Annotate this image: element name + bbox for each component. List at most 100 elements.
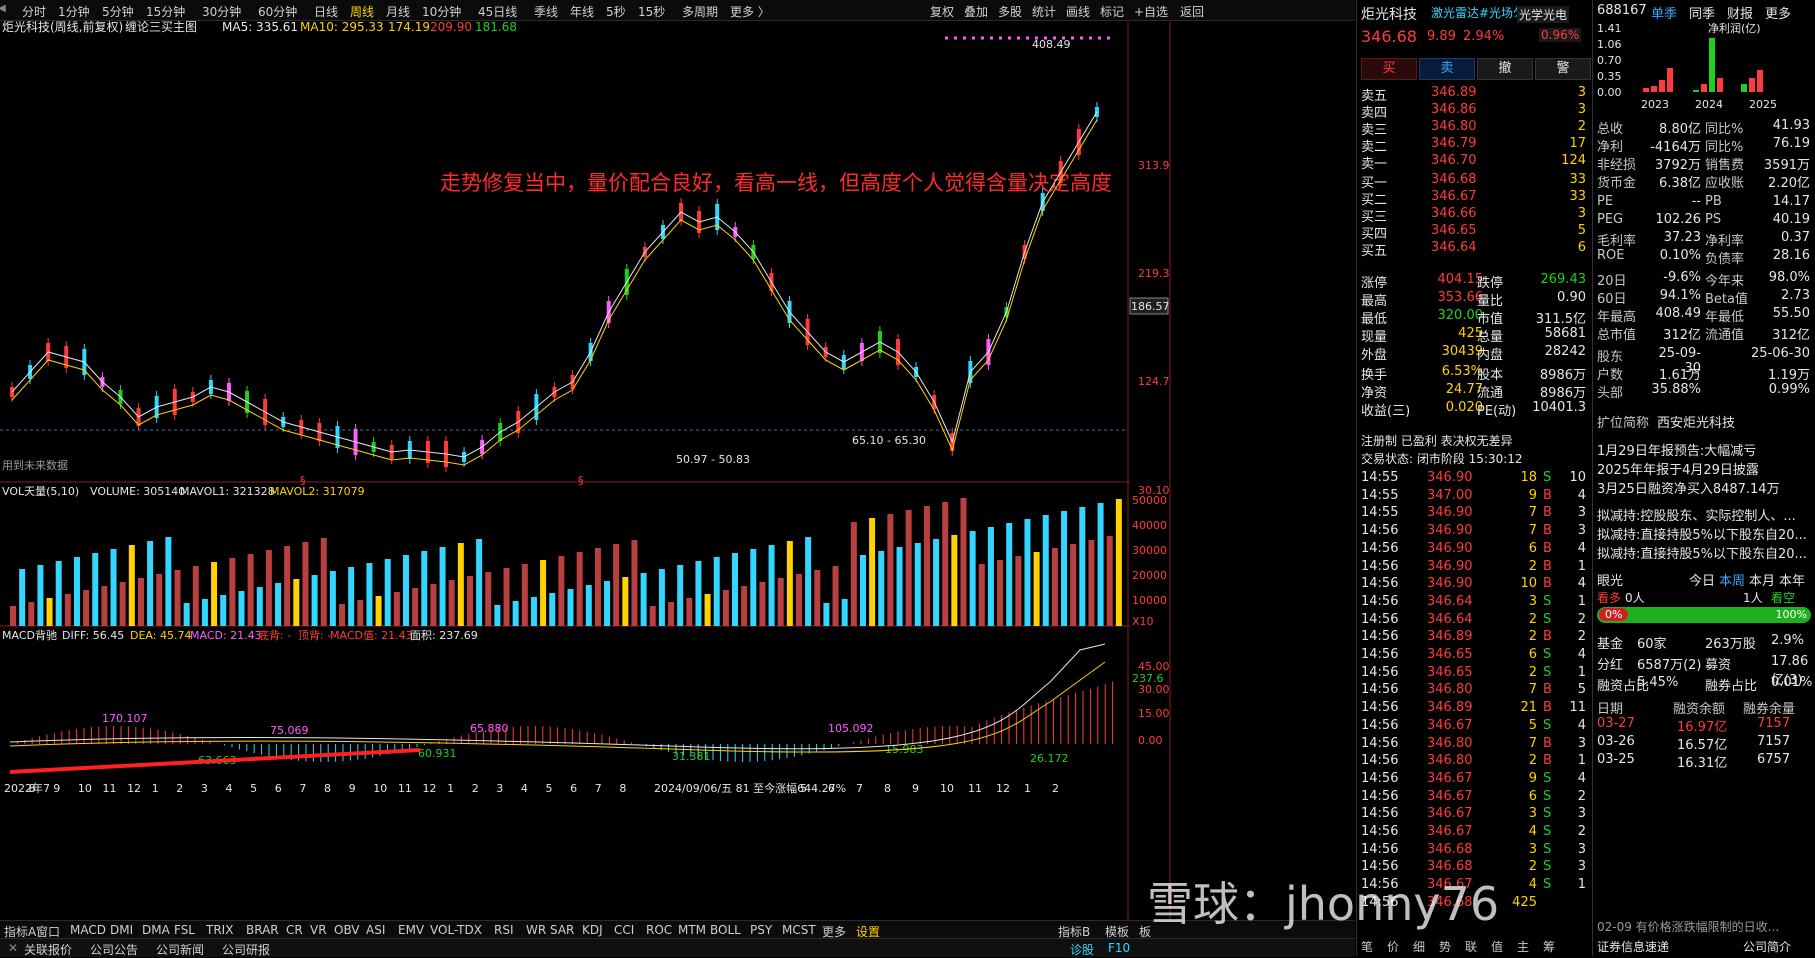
indicator-tab-9[interactable]: VR (310, 923, 327, 937)
indicator-tab-5[interactable]: FSL (174, 923, 195, 937)
indicator-tab-2[interactable]: MACD (70, 923, 106, 937)
indicator-tab-20[interactable]: MTM (678, 923, 706, 937)
vol-bar (1061, 511, 1068, 626)
indicator-tab-3[interactable]: DMI (110, 923, 133, 937)
back-icon[interactable]: ◀ (0, 3, 6, 14)
fin-value: 6.38亿 (1659, 176, 1701, 191)
indicator-tab-22[interactable]: PSY (750, 923, 772, 937)
bottom-news[interactable]: 02-09 有价格涨跌幅限制的日收... (1597, 918, 1779, 935)
toolbar-btn-5[interactable]: 标记 (1100, 3, 1124, 20)
quote-footer-tab-4[interactable]: 联 (1465, 938, 1477, 955)
toolbar-btn-1[interactable]: 叠加 (964, 3, 988, 20)
profit-bar (1651, 86, 1657, 92)
indicator-tab-12[interactable]: EMV (398, 923, 424, 937)
sell-button[interactable]: 卖 (1419, 58, 1475, 80)
f10-btn[interactable]: F10 (1108, 941, 1130, 955)
indicator-tab-18[interactable]: CCI (614, 923, 634, 937)
tick-price: 346.89 (1427, 700, 1473, 716)
status-bar: ✕ 关联报价 公司公告 公司新闻 公司研报 诊股 F10 (0, 938, 1355, 957)
status-link-2[interactable]: 公司新闻 (156, 941, 204, 958)
toolbar-btn-7[interactable]: 返回 (1180, 3, 1204, 20)
news-item[interactable]: 3月25日融资净买入8487.14万 (1597, 478, 1780, 497)
period-tab-8[interactable]: 月线 (386, 3, 410, 20)
status-link-3[interactable]: 公司研报 (222, 941, 270, 958)
indicator-tab-8[interactable]: CR (286, 923, 303, 937)
vol-bar (329, 571, 336, 626)
eye-tab-1[interactable]: 本周 (1719, 570, 1745, 589)
toolbar-btn-3[interactable]: 统计 (1032, 3, 1056, 20)
indicator-tab-14[interactable]: RSI (494, 923, 514, 937)
period-tab-0[interactable]: 分时 (22, 3, 46, 20)
eye-tab-2[interactable]: 本月 (1749, 570, 1775, 589)
period-tab-7[interactable]: 周线 (350, 3, 374, 20)
fin-value: 0.10% (1659, 248, 1701, 263)
quote-footer-tab-0[interactable]: 笔 (1361, 938, 1373, 955)
indicator-tab-23[interactable]: MCST (782, 923, 816, 937)
period-tab-3[interactable]: 15分钟 (146, 3, 185, 20)
margin-head-cell: 融券余量 (1743, 702, 1796, 717)
news-item[interactable]: 1月29日年报预告:大幅减亏 (1597, 440, 1756, 459)
vol-bar (412, 588, 419, 626)
toolbar-btn-2[interactable]: 多股 (998, 3, 1022, 20)
indicator-tab-7[interactable]: BRAR (246, 923, 279, 937)
period-tab-1[interactable]: 1分钟 (58, 3, 90, 20)
period-tab-15[interactable]: 多周期 (682, 3, 718, 20)
indicator-tab-11[interactable]: ASI (366, 923, 385, 937)
quote-footer-tab-2[interactable]: 细 (1413, 938, 1425, 955)
indicator-tab-10[interactable]: OBV (334, 923, 360, 937)
period-tab-2[interactable]: 5分钟 (102, 3, 134, 20)
indicator-tab-21[interactable]: BOLL (710, 923, 741, 937)
notice-item[interactable]: 拟减持:控股股东、实际控制人、... (1597, 505, 1796, 524)
tick-volume: 6 (1528, 647, 1537, 662)
quote-footer-tab-7[interactable]: 筹 (1543, 938, 1555, 955)
notice-item[interactable]: 拟减持:直接持股5%以下股东自20... (1597, 524, 1807, 543)
eye-tab-3[interactable]: 本年 (1779, 570, 1805, 589)
quote-footer-tab-6[interactable]: 主 (1517, 938, 1529, 955)
toolbar-btn-6[interactable]: +自选 (1134, 3, 1168, 20)
indicator-tab-13[interactable]: VOL-TDX (430, 923, 482, 937)
close-icon[interactable]: ✕ (8, 941, 18, 955)
indicator-tab-4[interactable]: DMA (142, 923, 170, 937)
trade-status: 交易状态: 闭市阶段 15:30:12 (1361, 452, 1523, 466)
indicator-tab-19[interactable]: ROC (646, 923, 672, 937)
notice-item[interactable]: 拟减持:直接持股5%以下股东自20... (1597, 543, 1807, 562)
period-tab-11[interactable]: 季线 (534, 3, 558, 20)
quote-footer-tab-1[interactable]: 价 (1387, 938, 1399, 955)
period-toolbar: ◀ 分时 1分钟 5分钟 15分钟 30分钟 60分钟 日线 周线 月线 10分钟 45日线 季线 年线 5… (0, 0, 1355, 21)
vol-bar (201, 599, 208, 626)
period-tab-14[interactable]: 15秒 (638, 3, 665, 20)
quote-footer-tab-5[interactable]: 值 (1491, 938, 1503, 955)
buy-button[interactable]: 买 (1361, 58, 1417, 80)
indicator-tab-6[interactable]: TRIX (206, 923, 233, 937)
quote-footer-tab-3[interactable]: 势 (1439, 938, 1451, 955)
indicator-tab-16[interactable]: SAR (550, 923, 574, 937)
kline-chart[interactable]: 炬光科技(周线,前复权) 缠论三买主图 MA5: 335.61 MA10: 295.3… (0, 21, 1355, 923)
period-tab-9[interactable]: 10分钟 (422, 3, 461, 20)
period-tab-6[interactable]: 日线 (314, 3, 338, 20)
tick-count: 4 (1577, 576, 1586, 592)
period-tab-5[interactable]: 60分钟 (258, 3, 297, 20)
status-link-0[interactable]: 关联报价 (24, 941, 72, 958)
indicator-tab-15[interactable]: WR (526, 923, 546, 937)
period-tab-10[interactable]: 45日线 (478, 3, 517, 20)
vol-bar (421, 551, 428, 626)
tick-price: 346.65 (1427, 647, 1473, 662)
toolbar-btn-0[interactable]: 复权 (930, 3, 954, 20)
news-item[interactable]: 2025年年报于4月29日披露 (1597, 459, 1759, 478)
fin-row: 总收 8.80亿 同比% 41.93 (1593, 118, 1815, 137)
period-tab-16[interactable]: 更多 〉 (730, 3, 770, 20)
period-tab-4[interactable]: 30分钟 (202, 3, 241, 20)
alert-button[interactable]: 警 (1535, 58, 1591, 80)
cancel-button[interactable]: 撤 (1477, 58, 1533, 80)
indicator-tab-17[interactable]: KDJ (582, 923, 603, 937)
diagnose-btn[interactable]: 诊股 (1070, 941, 1094, 958)
tick-volume: 2 (1528, 629, 1537, 645)
period-tab-13[interactable]: 5秒 (606, 3, 626, 20)
period-tab-12[interactable]: 年线 (570, 3, 594, 20)
toolbar-btn-4[interactable]: 画线 (1066, 3, 1090, 20)
status-link-1[interactable]: 公司公告 (90, 941, 138, 958)
eye-tab-0[interactable]: 今日 (1689, 570, 1715, 589)
company-intro[interactable]: 公司简介 (1743, 938, 1791, 955)
tick-row: 14:56 346.89 21 B 11 (1357, 700, 1592, 718)
tick-count: 4 (1577, 540, 1586, 556)
